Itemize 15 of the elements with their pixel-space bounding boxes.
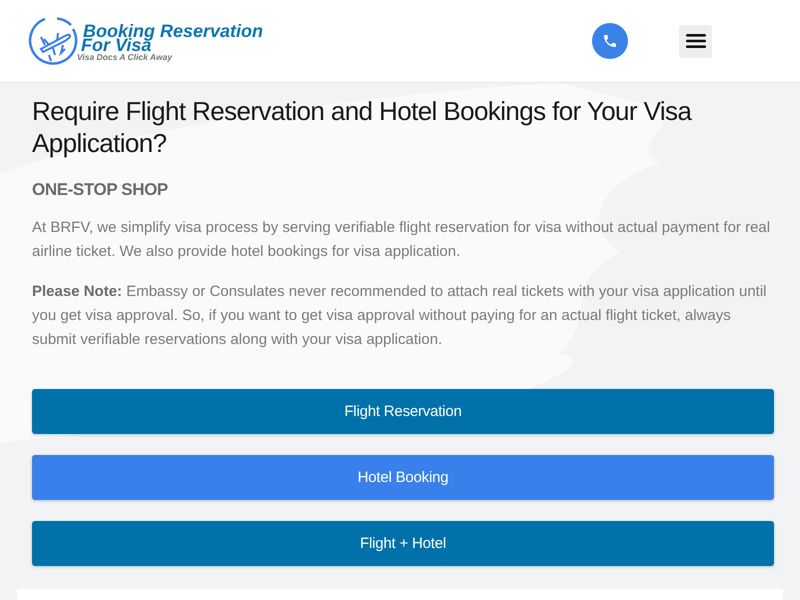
booking-option-button[interactable]: Flight + Hotel — [32, 521, 774, 566]
menu-icon — [686, 34, 706, 48]
phone-icon — [602, 33, 618, 49]
page-heading: Require Flight Reservation and Hotel Bookings for Your Visa Application? — [32, 95, 692, 159]
plane-circle-icon — [27, 15, 79, 67]
phone-button[interactable] — [592, 23, 628, 59]
body-paragraph: Please Note: Embassy or Consulates never recommended to attach real tickets with your visa application until you get visa approval. So, if you want to get visa approval without paying for an actual flight ticket, always submit verifiable reservations along with your visa application. — [32, 282, 768, 350]
menu-button[interactable] — [679, 24, 712, 58]
logo-tagline: Visa Docs A Click Away — [77, 52, 174, 62]
section-subheading: ONE-STOP SHOP — [32, 179, 169, 201]
logo-title: Booking Reservation — [83, 22, 264, 38]
logo-subtitle: For Visa — [81, 38, 152, 50]
body-paragraph: At BRFV, we simplify visa process by serving verifiable flight reservation for visa without actual payment for real airline ticket. We also provide hotel bookings for visa application. — [32, 218, 772, 262]
booking-option-button[interactable]: Hotel Booking — [32, 455, 774, 500]
booking-option-button[interactable]: Flight Reservation — [32, 389, 774, 434]
